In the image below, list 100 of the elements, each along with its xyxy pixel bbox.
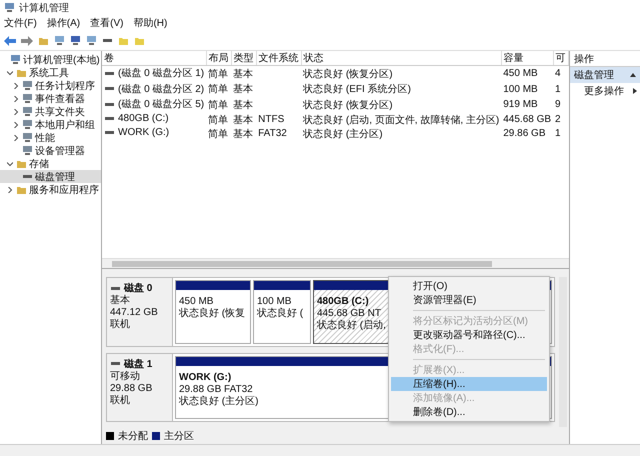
table-cell: 基本 [233,100,254,111]
chevron-icon[interactable] [13,122,19,128]
tree-item[interactable]: 服务和应用程序 [0,183,101,196]
tree-item[interactable]: 共享文件夹 [0,105,101,118]
partition-text: 100 MB [256,296,292,308]
tree-item[interactable]: 存储 [0,157,101,170]
legend-label: 主分区 [164,430,194,444]
table-cell: FAT32 [258,128,287,139]
tree-item[interactable]: 系统工具 [0,66,101,79]
partition-title: WORK (G:) [178,372,232,384]
table-cell: 450 MB [503,68,538,80]
computer-icon [10,54,21,65]
forward-arrow-icon[interactable] [21,36,33,46]
column-header[interactable]: 类型 [231,51,256,66]
table-cell: 1 [555,84,561,95]
chevron-icon[interactable] [7,160,13,166]
table-cell: 基本 [233,68,254,80]
disk-type: 基本 [110,295,131,307]
partition-block[interactable]: 100 MB 状态良好 ( [253,280,311,344]
table-cell: 简单 [208,114,228,126]
tree-item[interactable]: 计算机管理(本地) [0,53,101,66]
menu-item[interactable]: 查看(V) [90,16,124,30]
action-item[interactable]: 更多操作 [570,83,640,98]
column-header[interactable]: 状态 [301,51,502,66]
chevron-icon[interactable] [13,108,19,114]
table-cell: 简单 [208,100,228,111]
folder-icon [134,35,145,46]
back-arrow-icon[interactable] [4,36,16,46]
column-header[interactable]: 文件系统 [256,51,302,66]
tree-item[interactable]: 设备管理器 [0,144,101,157]
tree-item[interactable]: 事件查看器 [0,92,101,105]
disk-name: 磁盘 0 [124,282,152,294]
table-cell: 29.86 GB [503,128,546,139]
table-cell: 基本 [233,128,254,140]
menu-item[interactable]: 操作(A) [46,16,80,30]
actions-section[interactable]: 磁盘管理 [570,67,640,83]
partition-text: 29.88 GB FAT32 [178,384,253,396]
partition-title: 480GB (C:) [316,296,369,308]
partition-text: 状态良好 (主分区) [178,396,258,408]
table-cell: 基本 [233,84,254,96]
column-header[interactable]: 布局 [206,51,232,66]
tree-item[interactable]: 磁盘管理 [0,170,101,183]
table-cell: NTFS [258,114,284,125]
table-cell: 1 [555,128,561,139]
computer-icon [4,2,15,13]
table-cell: 简单 [208,84,228,96]
column-header[interactable]: 容量 [501,51,554,66]
disk-name: 磁盘 1 [124,358,152,371]
scrollbar[interactable] [102,258,569,268]
table-cell: 4 [555,68,561,80]
window-title: 计算机管理 [19,2,69,14]
table-cell: 状态良好 (EFI 系统分区) [303,84,411,96]
tree-item[interactable]: 任务计划程序 [0,79,101,92]
disk-status: 联机 [110,394,131,407]
chevron-icon[interactable] [13,134,19,140]
partition-block[interactable]: 450 MB 状态良好 (恢复 [175,280,251,344]
chevron-icon[interactable] [13,96,19,102]
partition-text: 445.68 GB NT [316,308,381,320]
table-cell: 919 MB [503,99,538,110]
table-cell: 简单 [208,68,228,80]
tree-item[interactable]: 本地用户和组 [0,118,101,131]
context-menu-item[interactable]: 压缩卷(H)... [391,377,547,391]
table-cell: 简单 [208,128,228,140]
menu-item[interactable]: 帮助(H) [133,16,168,30]
table-cell: 9 [555,99,561,110]
table-cell: 2 [555,114,561,125]
partition-text: 状态良好 ( [256,308,304,320]
column-header[interactable]: 可 [553,51,568,66]
table-cell: (磁盘 0 磁盘分区 2) [104,82,204,96]
table-cell: (磁盘 0 磁盘分区 1) [104,66,204,80]
table-cell: (磁盘 0 磁盘分区 5) [104,97,204,111]
table-cell: 状态良好 (主分区) [303,128,383,140]
disk-status: 联机 [110,319,131,331]
partition-text: 状态良好 (启动, [316,320,386,332]
context-menu-item[interactable]: 删除卷(D)... [391,405,547,419]
window-icon [54,35,65,46]
chevron-icon[interactable] [7,186,13,192]
disk-size: 29.88 GB [110,382,154,394]
submenu-arrow-icon [633,88,637,94]
partition-text: 状态良好 (恢复 [178,308,246,320]
column-header[interactable]: 卷 [102,51,206,66]
disk-size: 447.12 GB [110,307,159,318]
table-cell: WORK (G:) [104,126,170,138]
chevron-icon[interactable] [7,70,13,76]
table-cell: 445.68 GB [503,114,552,125]
table-cell: 状态良好 (恢复分区) [303,100,393,111]
partition-text: 450 MB [178,296,214,308]
folder-icon [38,35,49,46]
table-cell: 状态良好 (恢复分区) [303,68,393,80]
table-cell: 状态良好 (启动, 页面文件, 故障转储, 主分区) [303,114,500,126]
disk-type: 可移动 [110,370,141,383]
table-cell: 480GB (C:) [104,112,169,124]
menu-item[interactable]: 文件(F) [4,16,37,30]
table-cell: 100 MB [503,84,538,95]
folder-icon [118,35,129,46]
chevron-icon[interactable] [13,82,19,88]
window-icon [86,35,97,46]
collapse-icon[interactable] [630,73,636,77]
folder-icon [16,67,27,78]
tree-item[interactable]: 性能 [0,131,101,144]
